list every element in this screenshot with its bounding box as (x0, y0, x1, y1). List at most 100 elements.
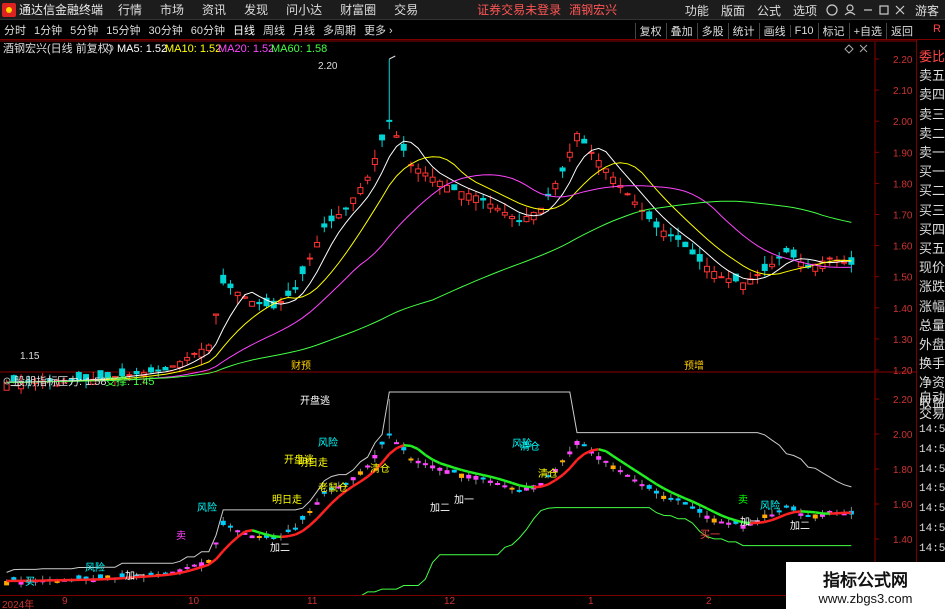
indicator-body (574, 441, 580, 445)
price-tick-label: 2.10 (893, 86, 913, 97)
indicator-body (220, 520, 226, 525)
menu-trade[interactable]: 交易 (385, 1, 427, 18)
side-label[interactable]: 卖二 (919, 123, 945, 142)
menu-news[interactable]: 资讯 (193, 1, 235, 18)
period-tab-daily[interactable]: 日线 (229, 22, 259, 38)
guest-label[interactable]: 游客 (909, 2, 945, 19)
headset-icon[interactable] (826, 4, 838, 16)
price-tick-label: 2.00 (893, 117, 913, 128)
menu-formula[interactable]: 公式 (751, 2, 787, 19)
side-label[interactable]: 卖三 (919, 104, 945, 123)
trend-segment (648, 478, 658, 486)
chart-labels: 酒钢宏兴(日线 前复权) MA5: 1.52 MA10: 1.52 MA20: … (3, 41, 868, 388)
trend-segment (287, 533, 296, 538)
menu-options[interactable]: 选项 (787, 2, 823, 19)
menu-wealth[interactable]: 财富圈 (331, 1, 385, 18)
user-icon[interactable] (844, 4, 856, 16)
side-label[interactable]: 买五 (919, 238, 945, 257)
login-notice[interactable]: 证券交易未登录 (473, 1, 565, 18)
period-tab-timeshare[interactable]: 分时 (0, 22, 30, 38)
ma60-line (6, 200, 852, 383)
maximize-icon[interactable] (879, 5, 889, 15)
indicator-annotation: 加一 (125, 570, 145, 582)
close-icon[interactable] (859, 44, 868, 53)
diamond-icon[interactable] (844, 44, 854, 54)
indicator-body (567, 451, 573, 455)
period-tab-1min[interactable]: 1分钟 (30, 22, 66, 38)
side-label[interactable]: 总量 (919, 315, 945, 334)
trend-segment (692, 500, 701, 507)
period-tab-more[interactable]: 更多 › (360, 22, 397, 38)
candle-body (205, 344, 212, 351)
side-label[interactable]: 卖一 (919, 142, 945, 161)
period-tab-30min[interactable]: 30分钟 (145, 22, 187, 38)
chevron-right-icon: › (386, 25, 393, 37)
mark-button[interactable]: 标记 (817, 22, 849, 39)
side-trade-label[interactable]: 交易 (919, 403, 945, 422)
indicator-body (415, 460, 421, 464)
candle-body (581, 138, 588, 144)
side-label[interactable]: 换手 (919, 353, 945, 372)
menu-function[interactable]: 功能 (679, 2, 715, 19)
side-label[interactable]: 买二 (919, 180, 945, 199)
trend-segment (172, 571, 181, 576)
kline-chart[interactable]: 2.20 2.10 2.00 1.90 1.80 1.70 1.60 1.50 1.40 1.30… (0, 40, 916, 595)
side-label[interactable]: 买三 (919, 200, 945, 219)
side-label[interactable]: 涨幅 (919, 296, 945, 315)
back-button[interactable]: 返回 (886, 22, 917, 39)
menu-layout[interactable]: 版面 (715, 2, 751, 19)
indicator-body (668, 497, 674, 500)
trend-segment (663, 487, 672, 494)
candle-body (227, 283, 234, 289)
event-label-1[interactable]: 财预 (291, 359, 311, 372)
trend-segment (836, 511, 845, 515)
indicator-body (401, 447, 407, 451)
trend-segment (793, 510, 802, 514)
menu-market[interactable]: 市场 (151, 1, 193, 18)
indicator-body (430, 465, 436, 469)
candle-body (552, 182, 559, 190)
trend-segment (519, 484, 527, 488)
indicator-body (603, 460, 609, 463)
menu-quotes[interactable]: 行情 (109, 1, 151, 18)
side-label[interactable]: 外盘 (919, 334, 945, 353)
period-tab-multi[interactable]: 多周期 (319, 22, 360, 38)
trend-segment (482, 473, 491, 478)
date-label: 2024年 (2, 600, 35, 609)
multi-stock-button[interactable]: 多股 (696, 22, 728, 39)
indicator-body (249, 535, 255, 539)
side-label[interactable]: 现价 (919, 257, 945, 276)
candle-body (191, 352, 198, 355)
side-label[interactable]: 买四 (919, 219, 945, 238)
period-tab-monthly[interactable]: 月线 (289, 22, 319, 38)
candle-body (675, 235, 682, 240)
period-tab-60min[interactable]: 60分钟 (187, 22, 229, 38)
trend-segment (316, 510, 326, 520)
candle-body (646, 211, 653, 220)
event-label-2[interactable]: 预增 (684, 359, 704, 372)
overlay-button[interactable]: 叠加 (665, 22, 697, 39)
indicator-body (682, 502, 688, 505)
side-label[interactable]: 卖四 (919, 84, 945, 103)
draw-button[interactable]: 画线 (758, 22, 790, 39)
side-label[interactable]: 卖五 (919, 65, 945, 84)
side-label[interactable]: 买一 (919, 161, 945, 180)
close-icon[interactable] (895, 5, 905, 15)
trend-segment (352, 480, 362, 488)
trend-segment (568, 459, 578, 470)
adjust-button[interactable]: 复权 (634, 22, 666, 39)
stats-button[interactable]: 统计 (727, 22, 759, 39)
indicator-body (502, 485, 508, 488)
side-label[interactable]: 涨跌 (919, 276, 945, 295)
period-tab-weekly[interactable]: 周线 (259, 22, 289, 38)
period-tab-5min[interactable]: 5分钟 (66, 22, 102, 38)
add-watchlist-button[interactable]: +自选 (848, 22, 886, 39)
indicator-annotation: 卖 (176, 530, 186, 542)
period-tab-15min[interactable]: 15分钟 (102, 22, 144, 38)
menu-ask[interactable]: 问小达 (277, 1, 331, 18)
indicator-body (805, 515, 811, 518)
side-label[interactable]: 委比 (919, 46, 945, 65)
f10-button[interactable]: F10 (789, 24, 818, 37)
menu-discover[interactable]: 发现 (235, 1, 277, 18)
date-label: 9 (62, 596, 68, 607)
